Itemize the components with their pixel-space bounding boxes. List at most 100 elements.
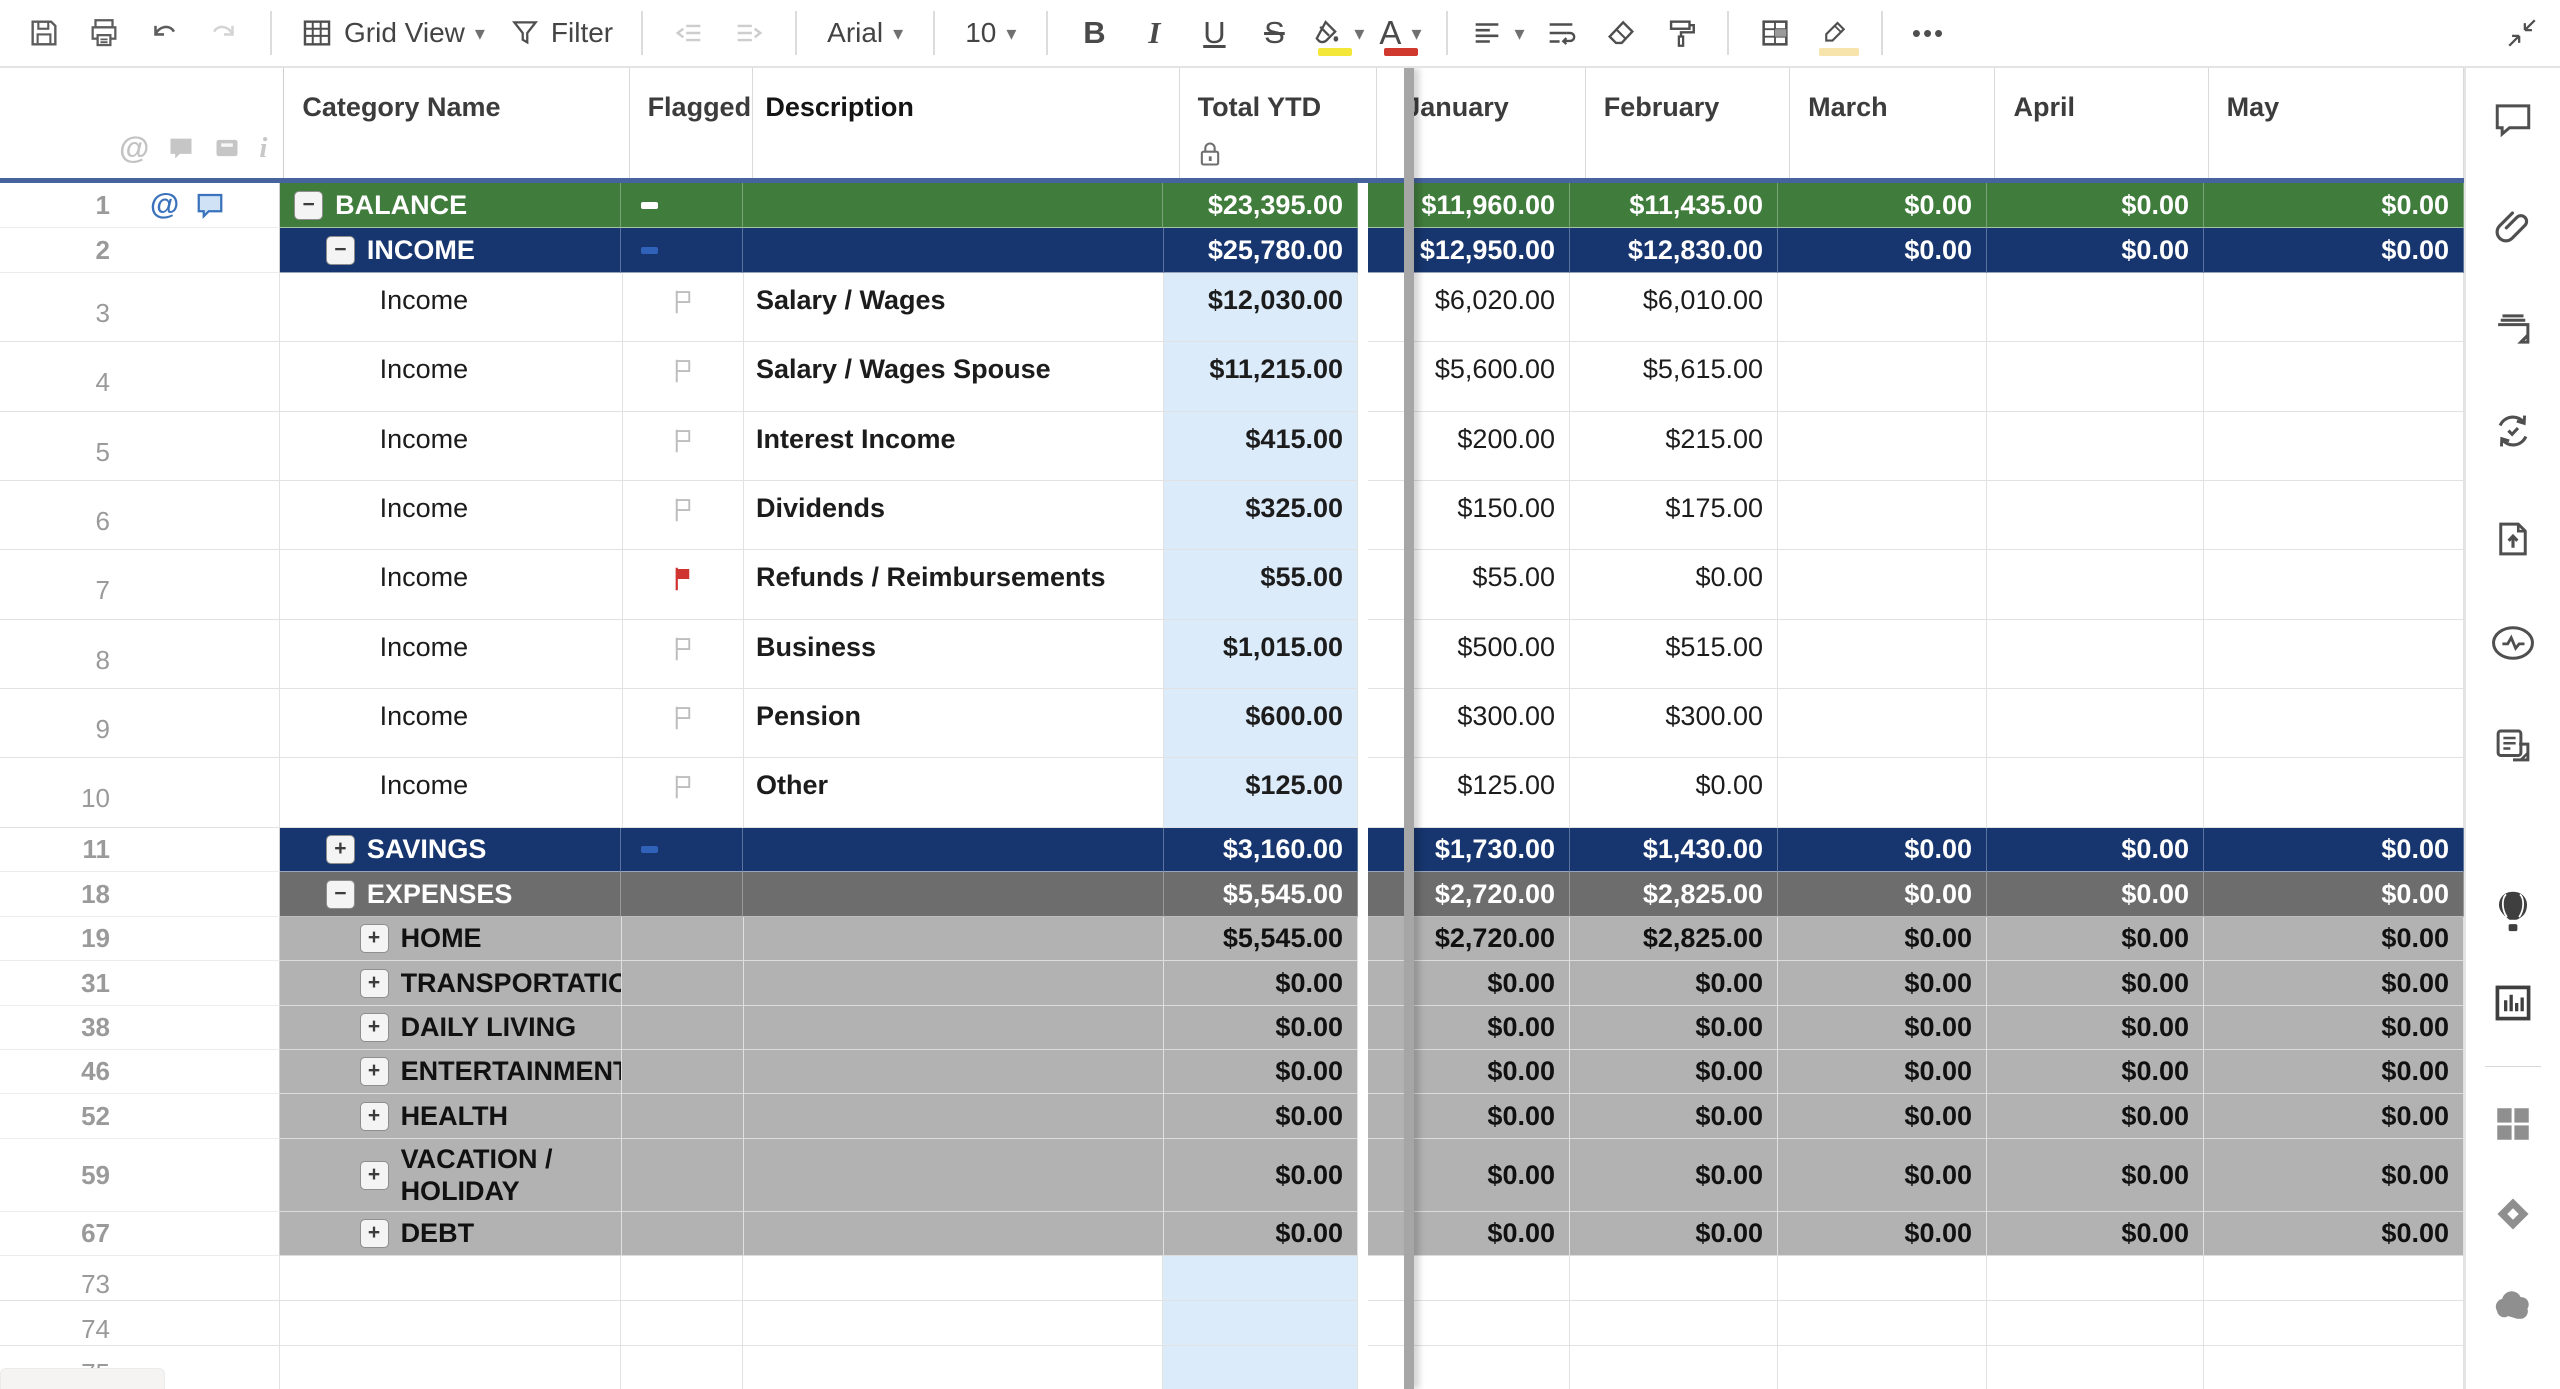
flagged-cell[interactable]: [620, 183, 743, 228]
column-header-march[interactable]: March: [1790, 68, 1996, 178]
format-painter-button[interactable]: [1657, 6, 1705, 60]
month-cell[interactable]: $0.00: [1777, 872, 1987, 917]
month-cell[interactable]: [1368, 1301, 1570, 1346]
row-number-cell[interactable]: 74: [0, 1301, 281, 1346]
total-ytd-cell[interactable]: $55.00: [1163, 550, 1359, 620]
row-number-cell[interactable]: 8: [0, 620, 280, 689]
description-cell[interactable]: Interest Income: [743, 412, 1164, 481]
month-cell[interactable]: $55.00: [1368, 550, 1571, 620]
month-cell[interactable]: $6,010.00: [1570, 273, 1779, 342]
month-cell[interactable]: [1570, 1256, 1778, 1301]
total-ytd-cell[interactable]: $0.00: [1163, 1212, 1358, 1256]
month-cell[interactable]: $0.00: [1777, 828, 1987, 872]
column-header-january[interactable]: January: [1387, 68, 1586, 178]
redo-button[interactable]: [200, 6, 248, 60]
column-header-flagged[interactable]: Flagged: [630, 68, 754, 178]
month-cell[interactable]: $11,435.00: [1570, 183, 1778, 228]
month-cell[interactable]: $0.00: [1570, 961, 1778, 1006]
total-ytd-cell[interactable]: $12,030.00: [1163, 273, 1359, 342]
whats-new-button[interactable]: [2490, 888, 2536, 934]
save-button[interactable]: [20, 6, 68, 60]
month-cell[interactable]: $0.00: [1570, 1050, 1778, 1094]
month-cell[interactable]: $12,830.00: [1569, 228, 1778, 273]
description-cell[interactable]: Salary / Wages: [743, 273, 1164, 342]
month-cell[interactable]: [2204, 1346, 2464, 1389]
month-cell[interactable]: $0.00: [1778, 183, 1987, 228]
total-ytd-cell[interactable]: $125.00: [1163, 758, 1359, 828]
font-size-select[interactable]: 10 ▾: [957, 6, 1024, 60]
month-cell[interactable]: $6,020.00: [1368, 273, 1571, 342]
category-cell[interactable]: + ENTERTAINMENT: [279, 1050, 622, 1094]
connectors-button[interactable]: [2490, 1281, 2536, 1327]
month-cell[interactable]: $12,950.00: [1367, 228, 1570, 273]
flagged-cell[interactable]: [621, 1094, 744, 1139]
month-cell[interactable]: [1987, 481, 2205, 550]
month-cell[interactable]: $0.00: [1778, 961, 1987, 1006]
row-number-cell[interactable]: 10: [0, 758, 280, 828]
month-cell[interactable]: $0.00: [1368, 1139, 1570, 1212]
month-cell[interactable]: $215.00: [1570, 412, 1779, 481]
month-cell[interactable]: $0.00: [1987, 183, 2204, 228]
month-cell[interactable]: $150.00: [1368, 481, 1571, 550]
gutter-header[interactable]: @ i: [0, 68, 285, 178]
horizontal-scrollbar-corner[interactable]: [0, 1368, 165, 1389]
category-cell[interactable]: − BALANCE: [280, 183, 621, 228]
month-cell[interactable]: [1987, 273, 2205, 342]
flagged-cell[interactable]: [620, 1301, 743, 1346]
category-cell[interactable]: [280, 1301, 621, 1346]
description-cell[interactable]: [743, 1006, 1164, 1050]
flagged-cell[interactable]: [621, 228, 744, 273]
total-ytd-cell[interactable]: $325.00: [1163, 481, 1359, 550]
month-cell[interactable]: $0.00: [1368, 1212, 1570, 1256]
category-cell[interactable]: Income: [279, 550, 623, 620]
total-ytd-cell[interactable]: $3,160.00: [1163, 828, 1358, 872]
underline-button[interactable]: U: [1190, 6, 1238, 60]
month-cell[interactable]: [1778, 1301, 1987, 1346]
month-cell[interactable]: $0.00: [1570, 1006, 1778, 1050]
category-cell[interactable]: Income: [279, 273, 623, 342]
expand-button[interactable]: +: [325, 835, 355, 864]
category-cell[interactable]: − EXPENSES: [279, 872, 622, 917]
month-cell[interactable]: $0.00: [1987, 917, 2204, 961]
wrap-text-button[interactable]: [1537, 6, 1585, 60]
month-cell[interactable]: [1987, 1346, 2204, 1389]
expand-button[interactable]: +: [359, 924, 389, 953]
total-ytd-cell[interactable]: $600.00: [1163, 689, 1359, 758]
description-cell[interactable]: [743, 828, 1164, 872]
outdent-button[interactable]: [665, 6, 713, 60]
view-selector[interactable]: Grid View ▾: [294, 6, 491, 60]
highlight-button[interactable]: [1811, 6, 1859, 60]
collapse-button[interactable]: −: [325, 879, 355, 909]
description-cell[interactable]: [742, 1301, 1164, 1346]
font-family-select[interactable]: Arial ▾: [819, 6, 911, 60]
month-cell[interactable]: [1778, 689, 1988, 758]
month-cell[interactable]: $0.00: [2203, 828, 2464, 872]
month-cell[interactable]: [1987, 550, 2205, 620]
month-cell[interactable]: $300.00: [1368, 689, 1571, 758]
description-cell[interactable]: Refunds / Reimbursements: [743, 550, 1164, 620]
expand-button[interactable]: +: [359, 1160, 389, 1190]
total-ytd-cell[interactable]: $5,545.00: [1163, 917, 1358, 961]
description-cell[interactable]: Other: [743, 758, 1164, 828]
column-header-description[interactable]: Description: [753, 68, 1180, 178]
description-cell[interactable]: [743, 1050, 1164, 1094]
description-cell[interactable]: [743, 1212, 1164, 1256]
month-cell[interactable]: $0.00: [1987, 1094, 2204, 1139]
month-cell[interactable]: $2,825.00: [1570, 917, 1778, 961]
description-cell[interactable]: [743, 1346, 1164, 1389]
total-ytd-cell[interactable]: $0.00: [1163, 961, 1358, 1006]
month-cell[interactable]: $0.00: [2203, 228, 2464, 273]
month-cell[interactable]: $0.00: [2204, 961, 2464, 1006]
month-cell[interactable]: [1778, 620, 1988, 689]
column-header-category[interactable]: Category Name: [284, 68, 630, 178]
month-cell[interactable]: $515.00: [1570, 620, 1779, 689]
total-ytd-cell[interactable]: $0.00: [1163, 1006, 1358, 1050]
flagged-cell[interactable]: [621, 961, 744, 1006]
total-ytd-cell[interactable]: [1163, 1346, 1358, 1389]
month-cell[interactable]: $0.00: [1987, 1212, 2204, 1256]
total-ytd-cell[interactable]: $415.00: [1163, 412, 1359, 481]
month-cell[interactable]: $0.00: [1987, 1050, 2204, 1094]
italic-button[interactable]: I: [1130, 6, 1178, 60]
month-cell[interactable]: [1368, 1256, 1570, 1301]
month-cell[interactable]: $0.00: [1778, 1139, 1987, 1212]
